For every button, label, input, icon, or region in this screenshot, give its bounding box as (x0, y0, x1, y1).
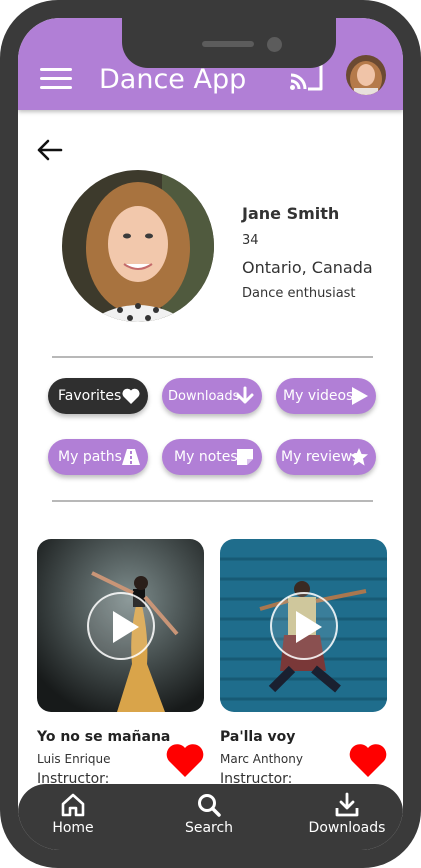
heart-icon (122, 388, 140, 404)
divider (52, 356, 373, 358)
chip-label: My notes (174, 449, 238, 465)
profile-name: Jane Smith (242, 204, 340, 223)
favorite-heart-icon[interactable] (348, 742, 388, 778)
hamburger-menu-icon[interactable] (40, 66, 72, 92)
star-icon (350, 448, 368, 466)
bottom-navigation: Home Search Downloads (18, 784, 403, 850)
video-title: Yo no se mañana (37, 729, 171, 745)
chip-my-notes[interactable]: My notes (162, 439, 262, 475)
chip-downloads[interactable]: Downloads (162, 378, 262, 414)
favorite-heart-icon[interactable] (165, 742, 205, 778)
download-arrow-icon (236, 386, 254, 404)
play-triangle-icon (352, 387, 368, 405)
home-icon (61, 793, 85, 817)
profile-location: Ontario, Canada (242, 258, 373, 277)
nav-downloads-label: Downloads (308, 820, 386, 836)
play-button-icon[interactable] (86, 591, 155, 660)
speaker-grille (202, 41, 254, 47)
video-artist: Luis Enrique (37, 752, 111, 766)
video-thumbnail[interactable] (220, 539, 387, 712)
phone-notch (122, 18, 336, 68)
front-camera (267, 37, 282, 52)
video-title: Pa'lla voy (220, 729, 296, 745)
profile-photo (62, 170, 214, 322)
video-artist: Marc Anthony (220, 752, 303, 766)
download-icon (335, 792, 359, 817)
chip-favorites[interactable]: Favorites (48, 378, 148, 414)
profile-bio: Dance enthusiast (242, 286, 356, 301)
profile-age: 34 (242, 233, 259, 248)
chip-my-reviews[interactable]: My reviews (276, 439, 376, 475)
nav-home-label: Home (52, 820, 94, 836)
video-thumbnail[interactable] (37, 539, 204, 712)
back-arrow-icon[interactable] (35, 136, 63, 164)
chip-label: Downloads (168, 388, 240, 404)
chip-label: My paths (58, 449, 122, 465)
app-title: Dance App (99, 64, 247, 95)
app-screen: Dance App Jane Smith 34 Ontario, Canada … (18, 18, 403, 850)
sticky-note-icon (237, 449, 253, 465)
user-avatar[interactable] (346, 55, 386, 95)
play-button-icon[interactable] (269, 591, 338, 660)
nav-home[interactable]: Home (23, 784, 123, 850)
nav-search-label: Search (184, 820, 234, 836)
nav-search[interactable]: Search (159, 784, 259, 850)
nav-downloads[interactable]: Downloads (297, 784, 397, 850)
search-icon (198, 794, 221, 817)
chip-my-paths[interactable]: My paths (48, 439, 148, 475)
chip-my-videos[interactable]: My videos (276, 378, 376, 414)
road-icon (122, 449, 140, 465)
divider (52, 500, 373, 502)
chip-label: Favorites (58, 388, 122, 404)
chip-label: My videos (283, 388, 354, 404)
chip-label: My reviews (281, 449, 360, 465)
phone-frame: Dance App Jane Smith 34 Ontario, Canada … (0, 0, 421, 868)
